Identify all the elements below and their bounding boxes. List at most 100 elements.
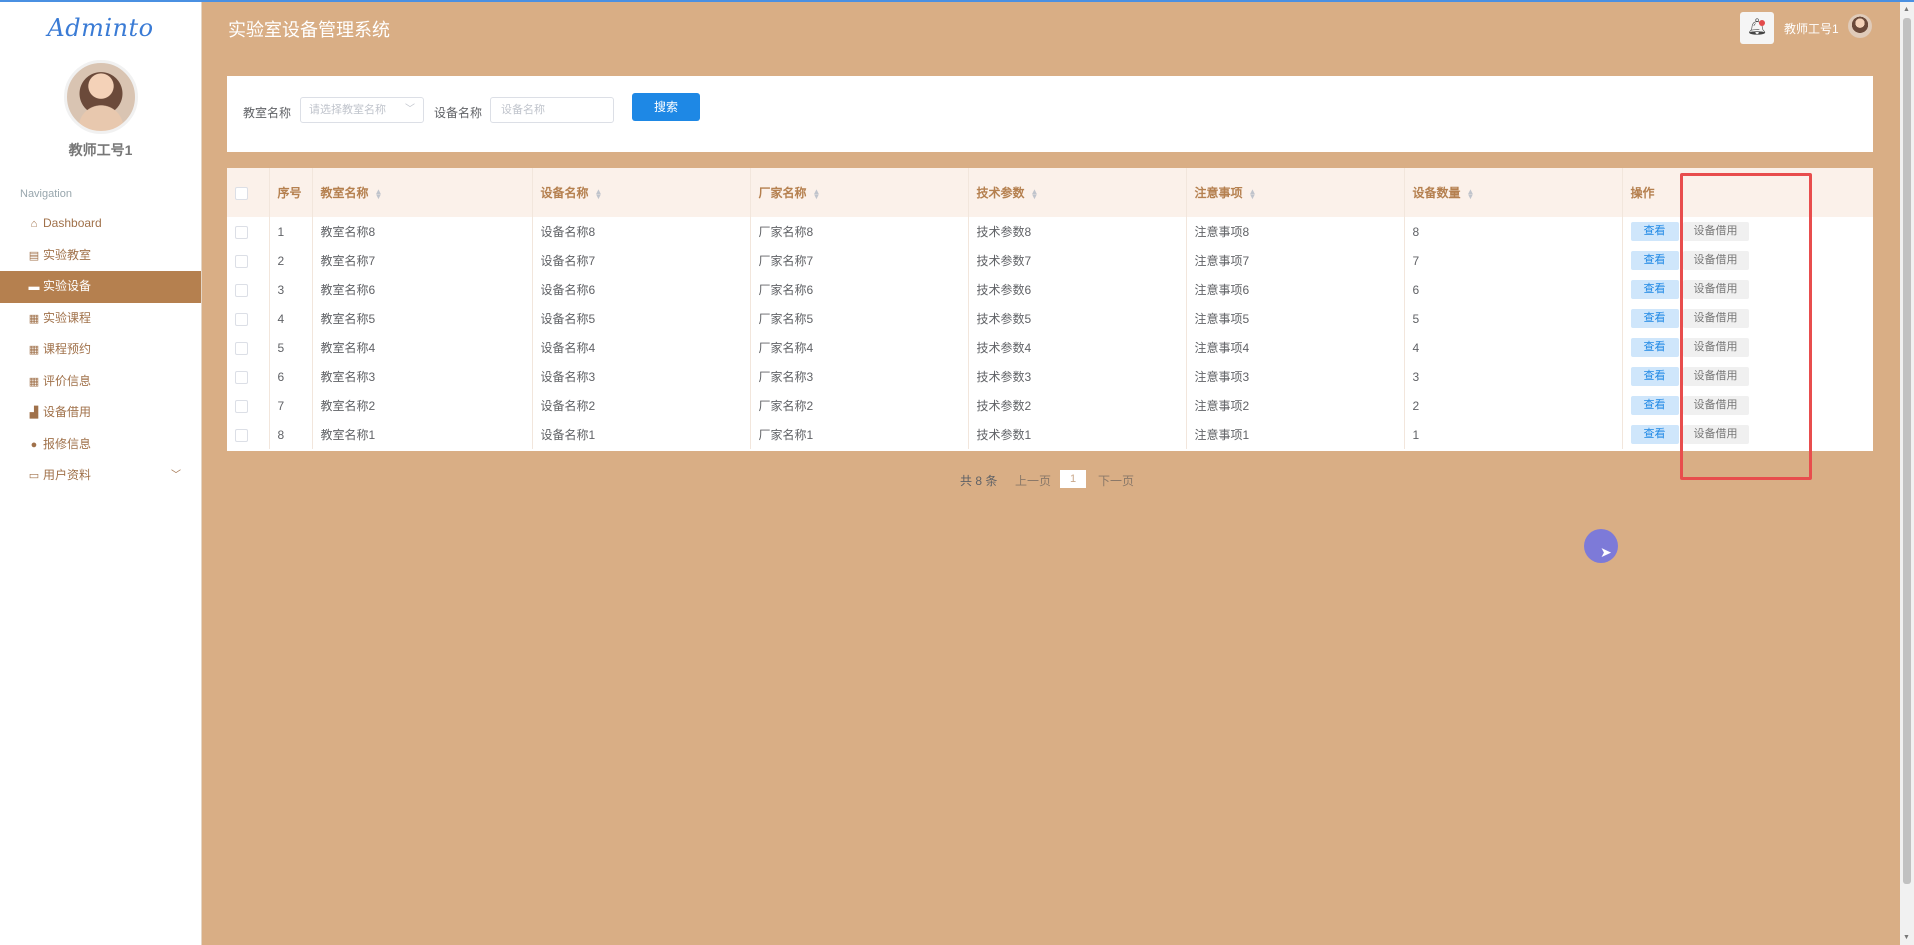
header-user-name[interactable]: 教师工号1 [1784, 20, 1839, 37]
row-checkbox[interactable] [235, 399, 248, 413]
row-classroom: 教室名称7 [312, 246, 533, 275]
row-select-cell [227, 304, 270, 333]
column-header-quantity[interactable]: 设备数量 ▲ ▼ [1404, 168, 1623, 217]
row-index: 8 [269, 420, 313, 449]
notification-button[interactable]: 🔔︎ [1740, 12, 1774, 44]
scroll-up-arrow-icon[interactable]: ▲ [1903, 6, 1910, 13]
row-checkbox[interactable] [235, 312, 248, 326]
sidebar-item-lab-course[interactable]: ▦ 实验课程 [0, 303, 201, 335]
row-notes: 注意事项3 [1186, 362, 1405, 391]
view-button[interactable]: 查看 [1630, 309, 1679, 328]
row-checkbox[interactable] [235, 225, 248, 239]
sidebar-item-evaluation[interactable]: ▦ 评价信息 [0, 366, 201, 398]
view-button[interactable]: 查看 [1630, 367, 1679, 386]
table-row: 2 教室名称7 设备名称7 厂家名称7 技术参数7 注意事项7 7 查看 设备借用 [227, 246, 1873, 275]
header-avatar[interactable] [1848, 14, 1872, 38]
page-scrollbar[interactable]: ▲ ▼ [1900, 2, 1914, 945]
sort-icon[interactable]: ▲ ▼ [813, 187, 821, 200]
device-name-placeholder: 设备名称 [501, 104, 545, 116]
sort-icon[interactable]: ▲ ▼ [1249, 187, 1257, 200]
device-label: 设备名称 [434, 106, 483, 120]
row-classroom: 教室名称2 [312, 391, 533, 420]
column-header-manufacturer[interactable]: 厂家名称 ▲ ▼ [750, 168, 969, 217]
row-index: 3 [269, 275, 313, 304]
row-checkbox[interactable] [235, 283, 248, 297]
sidebar-item-equipment-borrow[interactable]: ▟ 设备借用 [0, 397, 201, 429]
next-page-button[interactable]: 下一页 [1098, 472, 1134, 489]
sort-icon[interactable]: ▲ ▼ [375, 187, 383, 200]
row-quantity: 2 [1404, 391, 1623, 420]
row-classroom: 教室名称5 [312, 304, 533, 333]
sort-icon[interactable]: ▲ ▼ [595, 187, 603, 200]
select-all-checkbox[interactable] [235, 186, 248, 200]
sidebar-item-repair-info[interactable]: ● 报修信息 [0, 429, 201, 461]
sidebar-item-lab-equipment[interactable]: ▬ 实验设备 [0, 271, 201, 303]
row-manufacturer: 厂家名称3 [750, 362, 969, 391]
sidebar-item-dashboard[interactable]: ⌂ Dashboard [0, 208, 201, 240]
current-page-button[interactable]: 1 [1060, 470, 1086, 488]
row-checkbox[interactable] [235, 370, 248, 384]
view-button[interactable]: 查看 [1630, 425, 1679, 444]
table-row: 6 教室名称3 设备名称3 厂家名称3 技术参数3 注意事项3 3 查看 设备借用 [227, 362, 1873, 391]
row-checkbox[interactable] [235, 341, 248, 355]
row-select-cell [227, 333, 270, 362]
prev-page-button[interactable]: 上一页 [1015, 472, 1051, 489]
app-logo[interactable]: Adminto [0, 14, 201, 42]
row-classroom: 教室名称6 [312, 275, 533, 304]
row-tech-params: 技术参数8 [968, 217, 1187, 246]
row-classroom: 教室名称8 [312, 217, 533, 246]
row-notes: 注意事项6 [1186, 275, 1405, 304]
row-index: 6 [269, 362, 313, 391]
sidebar-item-course-booking[interactable]: ▦ 课程预约 [0, 334, 201, 366]
row-manufacturer: 厂家名称6 [750, 275, 969, 304]
search-button[interactable]: 搜索 [632, 93, 700, 121]
sort-icon[interactable]: ▲ ▼ [1467, 187, 1475, 200]
row-device: 设备名称8 [532, 217, 751, 246]
column-header-notes[interactable]: 注意事项 ▲ ▼ [1186, 168, 1405, 217]
row-index: 5 [269, 333, 313, 362]
column-header-classroom[interactable]: 教室名称 ▲ ▼ [312, 168, 533, 217]
sidebar-item-label: 设备借用 [43, 405, 92, 419]
row-index: 7 [269, 391, 313, 420]
classroom-select[interactable]: 请选择教室名称 ﹀ [300, 97, 424, 123]
classroom-label: 教室名称 [243, 106, 292, 120]
avatar[interactable] [64, 60, 138, 134]
sidebar: Adminto 教师工号1 Navigation ⌂ Dashboard ▤ 实验教… [0, 2, 202, 945]
row-select-cell [227, 217, 270, 246]
view-button[interactable]: 查看 [1630, 338, 1679, 357]
row-quantity: 1 [1404, 420, 1623, 449]
thumbs-up-icon: ▟ [29, 407, 39, 419]
row-quantity: 8 [1404, 217, 1623, 246]
scroll-down-arrow-icon[interactable]: ▼ [1903, 934, 1910, 941]
view-button[interactable]: 查看 [1630, 222, 1679, 241]
row-tech-params: 技术参数7 [968, 246, 1187, 275]
sidebar-user-name: 教师工号1 [68, 142, 133, 158]
nav-section-title: Navigation [20, 188, 72, 200]
sort-icon[interactable]: ▲ ▼ [1031, 187, 1039, 200]
row-checkbox[interactable] [235, 428, 248, 442]
row-device: 设备名称4 [532, 333, 751, 362]
scrollbar-thumb[interactable] [1903, 18, 1911, 884]
row-notes: 注意事项8 [1186, 217, 1405, 246]
device-name-input[interactable]: 设备名称 [490, 97, 614, 123]
row-classroom: 教室名称4 [312, 333, 533, 362]
view-button[interactable]: 查看 [1630, 396, 1679, 415]
row-tech-params: 技术参数4 [968, 333, 1187, 362]
row-checkbox[interactable] [235, 254, 248, 268]
sidebar-item-label: 评价信息 [43, 373, 92, 388]
sidebar-item-user-profile[interactable]: ▭ 用户资料 ﹀ [0, 460, 201, 492]
row-notes: 注意事项5 [1186, 304, 1405, 333]
column-header-tech-params[interactable]: 技术参数 ▲ ▼ [968, 168, 1187, 217]
sidebar-item-label: 实验设备 [43, 279, 92, 293]
sidebar-item-label: Dashboard [43, 216, 102, 230]
row-device: 设备名称1 [532, 420, 751, 449]
row-classroom: 教室名称1 [312, 420, 533, 449]
view-button[interactable]: 查看 [1630, 251, 1679, 270]
home-icon: ⌂ [30, 218, 38, 230]
column-header-label: 教室名称 [320, 186, 369, 200]
row-tech-params: 技术参数3 [968, 362, 1187, 391]
column-header-label: 注意事项 [1194, 186, 1243, 200]
sidebar-item-lab-classroom[interactable]: ▤ 实验教室 [0, 240, 201, 272]
column-header-device[interactable]: 设备名称 ▲ ▼ [532, 168, 751, 217]
view-button[interactable]: 查看 [1630, 280, 1679, 299]
